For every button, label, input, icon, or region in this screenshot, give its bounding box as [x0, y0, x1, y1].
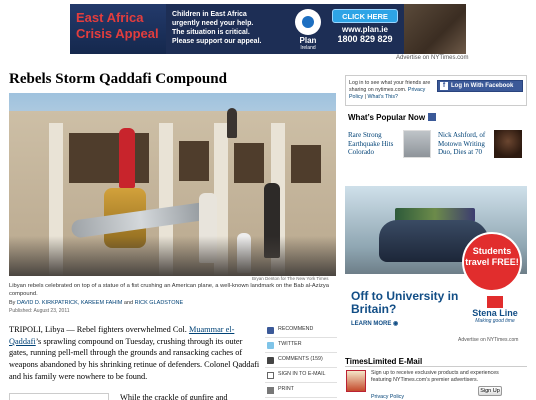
inline-media-box — [9, 393, 109, 400]
photo-window — [234, 143, 264, 183]
ad-body-line3: The situation is critical. — [172, 29, 250, 36]
advertise-link-top[interactable]: Advertise on NYTimes.com — [396, 55, 468, 61]
facebook-whats-this-link[interactable]: What’s This? — [368, 94, 398, 100]
ad-body-text: Children in East Africa urgently need yo… — [166, 4, 290, 54]
print-button[interactable]: PRINT — [265, 383, 337, 398]
ad-body-line4: Please support our appeal. — [172, 38, 262, 45]
ad-title-block: East Africa Crisis Appeal — [70, 4, 166, 54]
ad-learn-more-link[interactable]: LEARN MORE ◉ — [351, 320, 398, 327]
timeslimited-signup-button[interactable]: Sign Up — [478, 386, 502, 396]
stena-logo: Stena Line Making good time — [469, 296, 521, 324]
popular-thumbnail-ashford[interactable] — [494, 130, 522, 158]
ad-url[interactable]: www.plan.ie — [326, 25, 404, 34]
ad-headline: Off to University in Britain? — [351, 289, 459, 316]
share-label: COMMENTS (159) — [278, 356, 323, 362]
share-label: TWITTER — [278, 341, 302, 347]
divider — [345, 366, 527, 367]
facebook-text: Log in to see what your friends are shar… — [349, 80, 435, 101]
stena-logo-icon — [487, 296, 503, 308]
facebook-login-label: Log In With Facebook — [451, 83, 514, 89]
article-paragraph-1: TRIPOLI, Libya — Rebel fighters overwhel… — [9, 324, 261, 383]
timeslimited-text: Sign up to receive exclusive products an… — [371, 370, 499, 383]
comment-icon — [267, 357, 274, 364]
email-button[interactable]: SIGN IN TO E-MAIL — [265, 368, 337, 383]
popular-item-earthquake[interactable]: Rare Strong Earthquake Hits Colorado — [348, 131, 400, 157]
photo-window — [291, 145, 321, 183]
share-label: RECOMMEND — [278, 326, 314, 332]
twitter-icon — [267, 342, 274, 349]
recommend-button[interactable]: RECOMMEND — [265, 323, 337, 338]
ad-students-badge: Students travel FREE! — [462, 232, 522, 292]
print-icon — [267, 387, 274, 394]
photo-person — [119, 128, 135, 188]
photo-window — [69, 133, 149, 183]
facebook-separator: | — [364, 94, 367, 100]
comments-button[interactable]: COMMENTS (159) — [265, 353, 337, 368]
facebook-icon — [267, 327, 274, 334]
byline-and: and — [123, 300, 134, 306]
paragraph-text: TRIPOLI, Libya — Rebel fighters overwhel… — [9, 325, 187, 334]
share-label: PRINT — [278, 386, 294, 392]
facebook-login-box: Log in to see what your friends are shar… — [345, 75, 527, 106]
timeslimited-privacy-link[interactable]: Privacy Policy — [371, 394, 404, 400]
ad-cta-block: CLICK HERE www.plan.ie 1800 829 829 — [326, 4, 404, 54]
ad-body-line1: Children in East Africa — [172, 11, 247, 18]
article-photo[interactable] — [9, 93, 336, 276]
ad-phone: 1800 829 829 — [337, 34, 393, 44]
plan-sub: Ireland — [300, 45, 316, 51]
plan-name: Plan — [299, 36, 317, 45]
stena-line-ad[interactable]: Students travel FREE! Off to University … — [345, 186, 527, 334]
email-icon — [267, 372, 274, 379]
timeslimited-heading: TimesLimited E-Mail — [345, 357, 423, 366]
facebook-icon — [428, 113, 437, 121]
ad-body-line2: urgently need your help. — [172, 20, 254, 27]
photo-caption: Libyan rebels celebrated on top of a sta… — [9, 283, 329, 297]
ad-title-line1: East Africa — [76, 10, 144, 25]
photo-person — [227, 108, 237, 138]
timeslimited-icon — [346, 370, 366, 392]
article-headline: Rebels Storm Qaddafi Compound — [9, 71, 227, 87]
share-label: SIGN IN TO E-MAIL — [278, 371, 326, 377]
article-paragraph-2: While the crackle of gunfire and — [120, 393, 228, 400]
published-date: Published: August 23, 2011 — [9, 308, 70, 314]
paragraph-text: ’s sprawling compound on Tuesday, crushi… — [9, 336, 260, 381]
popular-item-ashford[interactable]: Nick Ashford, of Motown Writing Duo, Die… — [438, 131, 492, 157]
plan-logo-block: Plan Ireland — [290, 4, 326, 54]
popular-heading-text: What’s Popular Now — [348, 113, 426, 122]
share-tools: RECOMMEND TWITTER COMMENTS (159) SIGN IN… — [265, 323, 337, 398]
ad-click-here-button[interactable]: CLICK HERE — [332, 9, 398, 23]
photo-crowd — [9, 236, 336, 276]
ad-title-line2: Crisis Appeal — [76, 26, 159, 41]
facebook-login-button[interactable]: f Log In With Facebook — [437, 80, 523, 92]
plan-logo-icon — [295, 9, 321, 35]
photo-credit: Bryan Denton for The New York Times — [252, 276, 329, 281]
byline: By DAVID D. KIRKPATRICK, KAREEM FAHIM an… — [9, 300, 183, 306]
facebook-icon: f — [440, 82, 448, 90]
twitter-button[interactable]: TWITTER — [265, 338, 337, 353]
popular-heading: What’s Popular Now — [348, 113, 437, 122]
top-banner-ad[interactable]: East Africa Crisis Appeal Children in Ea… — [70, 4, 466, 54]
byline-prefix: By — [9, 300, 16, 306]
stena-tagline: Making good time — [475, 318, 515, 324]
stena-brand: Stena Line — [472, 308, 518, 318]
ad-child-photo — [404, 4, 466, 54]
byline-author-last[interactable]: RICK GLADSTONE — [135, 300, 184, 306]
popular-thumbnail-earthquake[interactable] — [403, 130, 431, 158]
photo-window — [179, 141, 209, 181]
advertise-link-right[interactable]: Advertise on NYTimes.com — [458, 337, 518, 343]
byline-authors[interactable]: DAVID D. KIRKPATRICK, KAREEM FAHIM — [17, 300, 122, 306]
